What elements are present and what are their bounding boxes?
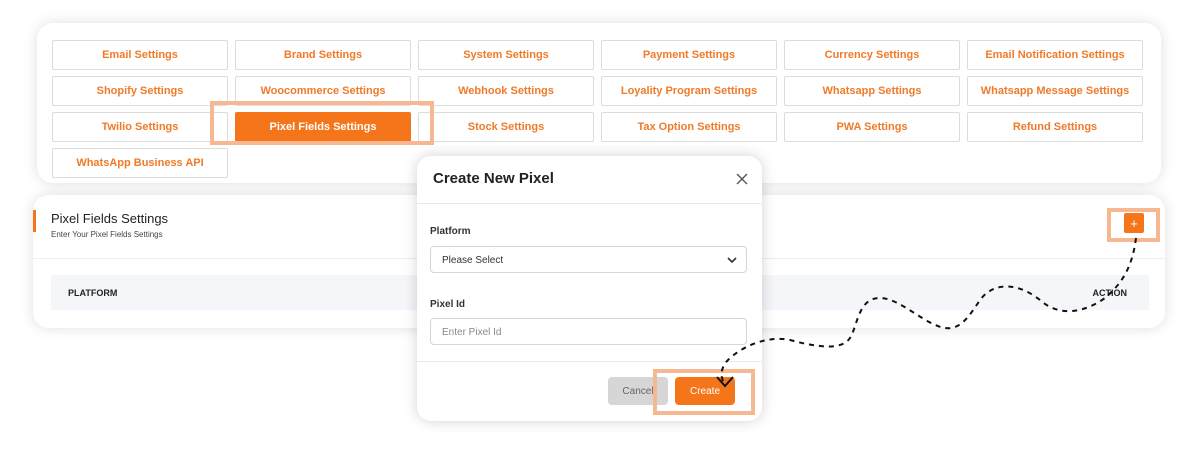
section-accent-bar	[33, 210, 36, 232]
tab-loyalty-program-settings[interactable]: Loyality Program Settings	[601, 76, 777, 106]
tab-refund-settings[interactable]: Refund Settings	[967, 112, 1143, 142]
tab-stock-settings[interactable]: Stock Settings	[418, 112, 594, 142]
pixel-id-placeholder: Enter Pixel Id	[442, 327, 502, 338]
chevron-down-icon	[727, 257, 737, 264]
modal-title: Create New Pixel	[433, 170, 554, 187]
pixel-id-label: Pixel Id	[430, 299, 466, 310]
platform-select-value: Please Select	[442, 255, 504, 266]
column-header-platform: PLATFORM	[68, 288, 118, 298]
close-icon[interactable]	[735, 172, 749, 186]
pixel-id-input[interactable]: Enter Pixel Id	[430, 318, 747, 345]
tab-shopify-settings[interactable]: Shopify Settings	[52, 76, 228, 106]
tab-twilio-settings[interactable]: Twilio Settings	[52, 112, 228, 142]
platform-select[interactable]: Please Select	[430, 246, 747, 273]
section-subtitle: Enter Your Pixel Fields Settings	[51, 230, 163, 239]
tab-payment-settings[interactable]: Payment Settings	[601, 40, 777, 70]
tab-currency-settings[interactable]: Currency Settings	[784, 40, 960, 70]
create-button-highlight	[653, 369, 755, 415]
tab-tax-option-settings[interactable]: Tax Option Settings	[601, 112, 777, 142]
tab-email-notification-settings[interactable]: Email Notification Settings	[967, 40, 1143, 70]
tab-webhook-settings[interactable]: Webhook Settings	[418, 76, 594, 106]
tab-system-settings[interactable]: System Settings	[418, 40, 594, 70]
add-button-highlight	[1107, 208, 1160, 242]
modal-footer-divider	[417, 361, 762, 362]
tab-email-settings[interactable]: Email Settings	[52, 40, 228, 70]
tab-brand-settings[interactable]: Brand Settings	[235, 40, 411, 70]
tab-whatsapp-business-api[interactable]: WhatsApp Business API	[52, 148, 228, 178]
modal-header-divider	[417, 203, 762, 204]
column-header-action: ACTION	[1092, 288, 1128, 298]
active-tab-highlight	[210, 101, 434, 145]
platform-label: Platform	[430, 226, 471, 237]
tab-pwa-settings[interactable]: PWA Settings	[784, 112, 960, 142]
tab-whatsapp-message-settings[interactable]: Whatsapp Message Settings	[967, 76, 1143, 106]
section-title: Pixel Fields Settings	[51, 211, 169, 226]
tab-whatsapp-settings[interactable]: Whatsapp Settings	[784, 76, 960, 106]
